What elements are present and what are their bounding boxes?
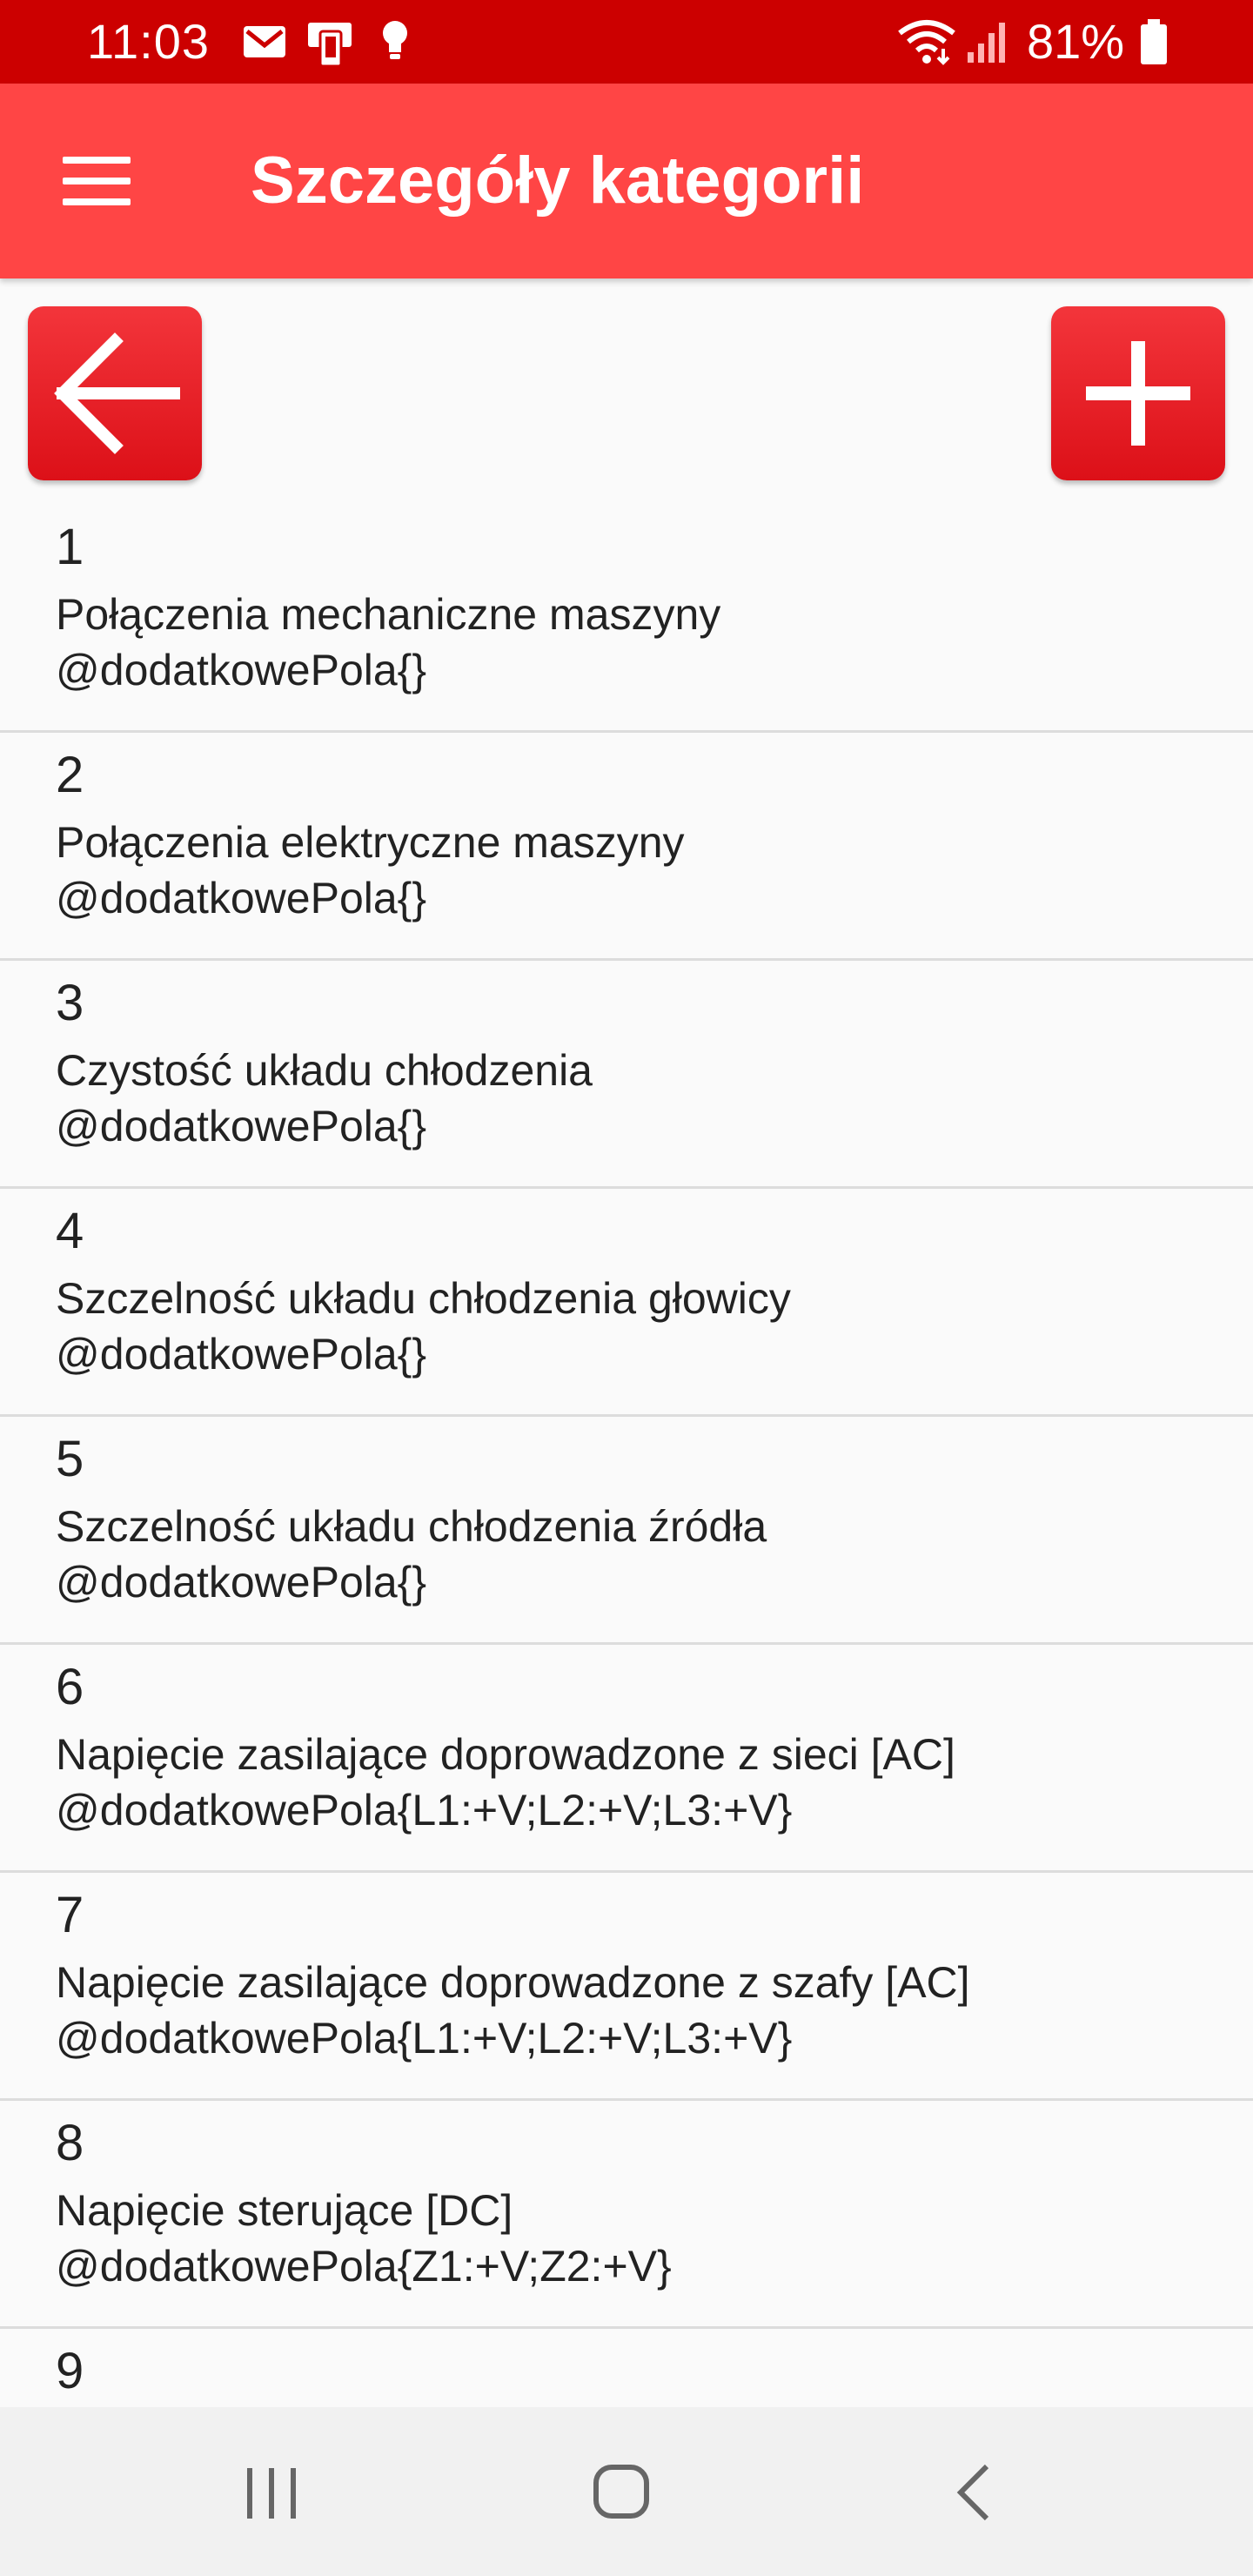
item-title: Połączenia elektryczne maszyny: [56, 818, 685, 867]
list-item[interactable]: 7 Napięcie zasilające doprowadzone z sza…: [0, 1873, 1253, 2101]
item-number: 3: [56, 975, 84, 1031]
system-nav-bar: [0, 2407, 1253, 2576]
home-icon: [593, 2465, 649, 2519]
app-bar: Szczegóły kategorii: [0, 84, 1253, 278]
gmail-icon: [242, 24, 287, 64]
item-title: Szczelność układu chłodzenia źródła: [56, 1502, 767, 1551]
item-number: 4: [56, 1203, 84, 1259]
recent-apps-icon: [247, 2468, 296, 2519]
item-number: 9: [56, 2343, 84, 2399]
category-list: 1 Połączenia mechaniczne maszyny @dodatk…: [0, 505, 1253, 2557]
item-number: 6: [56, 1659, 84, 1715]
item-title: Połączenia mechaniczne maszyny: [56, 590, 721, 639]
page-title: Szczegóły kategorii: [251, 144, 865, 218]
plus-icon: [1086, 341, 1190, 446]
item-number: 7: [56, 1887, 84, 1943]
recent-apps-button[interactable]: [184, 2407, 358, 2576]
item-number: 1: [56, 519, 84, 575]
item-title: Szczelność układu chłodzenia głowicy: [56, 1274, 791, 1323]
menu-icon[interactable]: [63, 157, 132, 205]
list-item[interactable]: 4 Szczelność układu chłodzenia głowicy @…: [0, 1189, 1253, 1417]
item-extra-fields: @dodatkowePola{L1:+V;L2:+V;L3:+V}: [56, 1786, 793, 1835]
list-item[interactable]: 5 Szczelność układu chłodzenia źródła @d…: [0, 1417, 1253, 1645]
status-time: 11:03: [87, 14, 210, 69]
battery-icon: [1138, 17, 1169, 70]
back-nav-button[interactable]: [886, 2407, 1060, 2576]
list-item[interactable]: 2 Połączenia elektryczne maszyny @dodatk…: [0, 733, 1253, 961]
signal-icon: [964, 19, 1013, 69]
device-icon: [305, 19, 357, 72]
item-title: Napięcie sterujące [DC]: [56, 2186, 513, 2235]
item-extra-fields: @dodatkowePola{}: [56, 1558, 427, 1607]
home-button[interactable]: [534, 2407, 708, 2576]
item-title: Napięcie zasilające doprowadzone z sieci…: [56, 1730, 955, 1779]
arrow-left-icon: [54, 332, 180, 454]
item-title: Czystość układu chłodzenia: [56, 1046, 593, 1095]
battery-percentage: 81%: [1027, 14, 1125, 69]
item-extra-fields: @dodatkowePola{}: [56, 1102, 427, 1150]
back-button[interactable]: [28, 306, 202, 480]
status-bar: 11:03 81%: [0, 0, 1253, 84]
list-item[interactable]: 1 Połączenia mechaniczne maszyny @dodatk…: [0, 505, 1253, 733]
list-item[interactable]: 3 Czystość układu chłodzenia @dodatkoweP…: [0, 961, 1253, 1189]
wifi-icon: [896, 17, 957, 70]
item-extra-fields: @dodatkowePola{Z1:+V;Z2:+V}: [56, 2242, 672, 2291]
list-item[interactable]: 8 Napięcie sterujące [DC] @dodatkowePola…: [0, 2101, 1253, 2329]
list-item[interactable]: 6 Napięcie zasilające doprowadzone z sie…: [0, 1645, 1253, 1873]
item-extra-fields: @dodatkowePola{}: [56, 1330, 427, 1379]
item-extra-fields: @dodatkowePola{L1:+V;L2:+V;L3:+V}: [56, 2014, 793, 2063]
item-title: Napięcie zasilające doprowadzone z szafy…: [56, 1958, 970, 2007]
item-number: 8: [56, 2115, 84, 2171]
item-extra-fields: @dodatkowePola{}: [56, 874, 427, 922]
item-number: 5: [56, 1431, 84, 1487]
bulb-icon: [378, 17, 412, 70]
item-extra-fields: @dodatkowePola{}: [56, 646, 427, 694]
add-button[interactable]: [1051, 306, 1225, 480]
item-number: 2: [56, 747, 84, 803]
back-nav-icon: [956, 2464, 989, 2521]
